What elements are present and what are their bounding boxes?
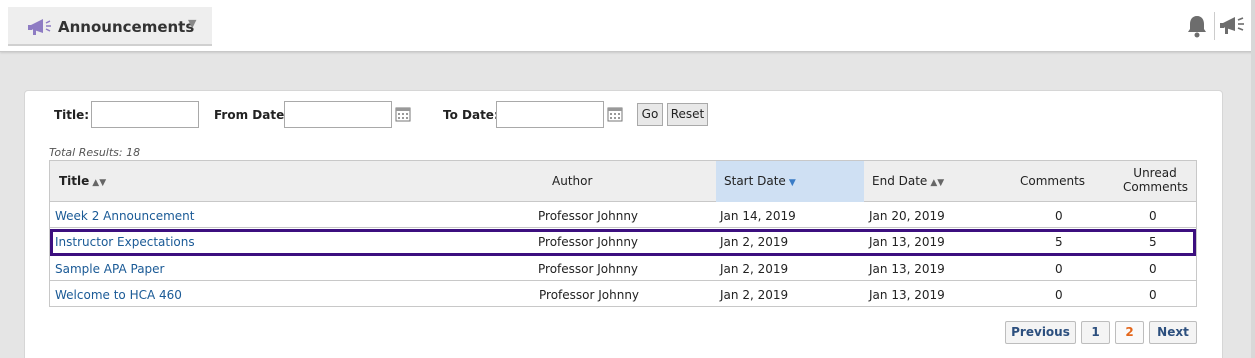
sort-desc-icon: ▼: [788, 178, 796, 188]
end-date-cell: Jan 13, 2019: [869, 262, 945, 276]
bell-icon[interactable]: [1186, 14, 1208, 38]
author-cell: Professor Johnny: [538, 235, 639, 249]
unread-comments-cell: 5: [1149, 235, 1157, 249]
title-filter-input[interactable]: [91, 101, 199, 128]
end-date-cell: Jan 20, 2019: [869, 209, 945, 223]
calendar-icon[interactable]: [395, 106, 411, 122]
sort-icon: ▲▼: [92, 178, 107, 188]
announcement-title-link[interactable]: Week 2 Announcement: [55, 209, 194, 223]
tool-menu-announcements[interactable]: Announcements ▼: [8, 7, 212, 46]
from-date-label: From Date:: [214, 108, 290, 122]
end-date-cell: Jan 13, 2019: [869, 235, 945, 249]
author-cell: Professor Johnny: [539, 288, 640, 302]
scrollbar[interactable]: [1251, 0, 1255, 358]
next-page-button[interactable]: Next: [1149, 321, 1197, 344]
reset-button[interactable]: Reset: [667, 103, 708, 126]
announcement-title-link[interactable]: Welcome to HCA 460: [55, 288, 182, 302]
sort-icon: ▲▼: [930, 178, 945, 188]
author-cell: Professor Johnny: [538, 209, 639, 223]
to-date-input[interactable]: [496, 101, 604, 128]
start-date-cell: Jan 14, 2019: [720, 209, 796, 223]
page-1-button[interactable]: 1: [1081, 321, 1110, 344]
megaphone-icon: [28, 19, 51, 35]
calendar-icon[interactable]: [607, 106, 623, 122]
start-date-cell: Jan 2, 2019: [720, 262, 789, 276]
comments-cell: 0: [1055, 288, 1063, 302]
announcements-table: Title ▲▼ Author Start Date ▼ End Date ▲▼ Co…: [49, 160, 1197, 307]
end-date-cell: Jan 13, 2019: [869, 288, 945, 302]
table-header: Title ▲▼ Author Start Date ▼ End Date ▲▼ Co…: [50, 161, 1196, 202]
to-date-label: To Date:: [443, 108, 499, 122]
title-filter-label: Title:: [54, 108, 90, 122]
col-header-comments: Comments: [1020, 174, 1086, 188]
comments-cell: 0: [1055, 209, 1063, 223]
unread-comments-cell: 0: [1149, 288, 1157, 302]
start-date-cell: Jan 2, 2019: [720, 235, 789, 249]
author-cell: Professor Johnny: [538, 262, 639, 276]
megaphone-icon[interactable]: [1219, 14, 1245, 36]
table-row: Week 2 Announcement Professor Johnny Jan…: [50, 202, 1196, 228]
total-results: Total Results: 18: [49, 146, 141, 159]
table-row: Instructor Expectations Professor Johnny…: [50, 228, 1196, 254]
tool-menu-title: Announcements: [58, 18, 195, 36]
table-row: Sample APA Paper Professor Johnny Jan 2,…: [50, 255, 1196, 281]
page-2-button[interactable]: 2: [1115, 321, 1144, 344]
col-header-unread-comments: Unread Comments: [1123, 166, 1189, 194]
col-header-end-date[interactable]: End Date ▲▼: [872, 174, 944, 188]
comments-cell: 0: [1055, 262, 1063, 276]
table-row: Welcome to HCA 460 Professor Johnny Jan …: [50, 281, 1196, 307]
col-header-title[interactable]: Title ▲▼: [59, 174, 106, 188]
unread-comments-cell: 0: [1149, 209, 1157, 223]
caret-down-icon: ▼: [188, 17, 197, 30]
go-button[interactable]: Go: [637, 103, 663, 126]
announcement-title-link[interactable]: Instructor Expectations: [55, 235, 195, 249]
col-header-author: Author: [552, 174, 593, 188]
from-date-input[interactable]: [284, 101, 392, 128]
header-divider: [1214, 12, 1215, 40]
announcement-title-link[interactable]: Sample APA Paper: [55, 262, 165, 276]
start-date-cell: Jan 2, 2019: [720, 288, 789, 302]
col-header-start-date[interactable]: Start Date ▼: [724, 174, 796, 188]
previous-page-button[interactable]: Previous: [1005, 321, 1076, 344]
top-bar: Announcements ▼: [0, 0, 1255, 52]
comments-cell: 5: [1055, 235, 1063, 249]
unread-comments-cell: 0: [1149, 262, 1157, 276]
